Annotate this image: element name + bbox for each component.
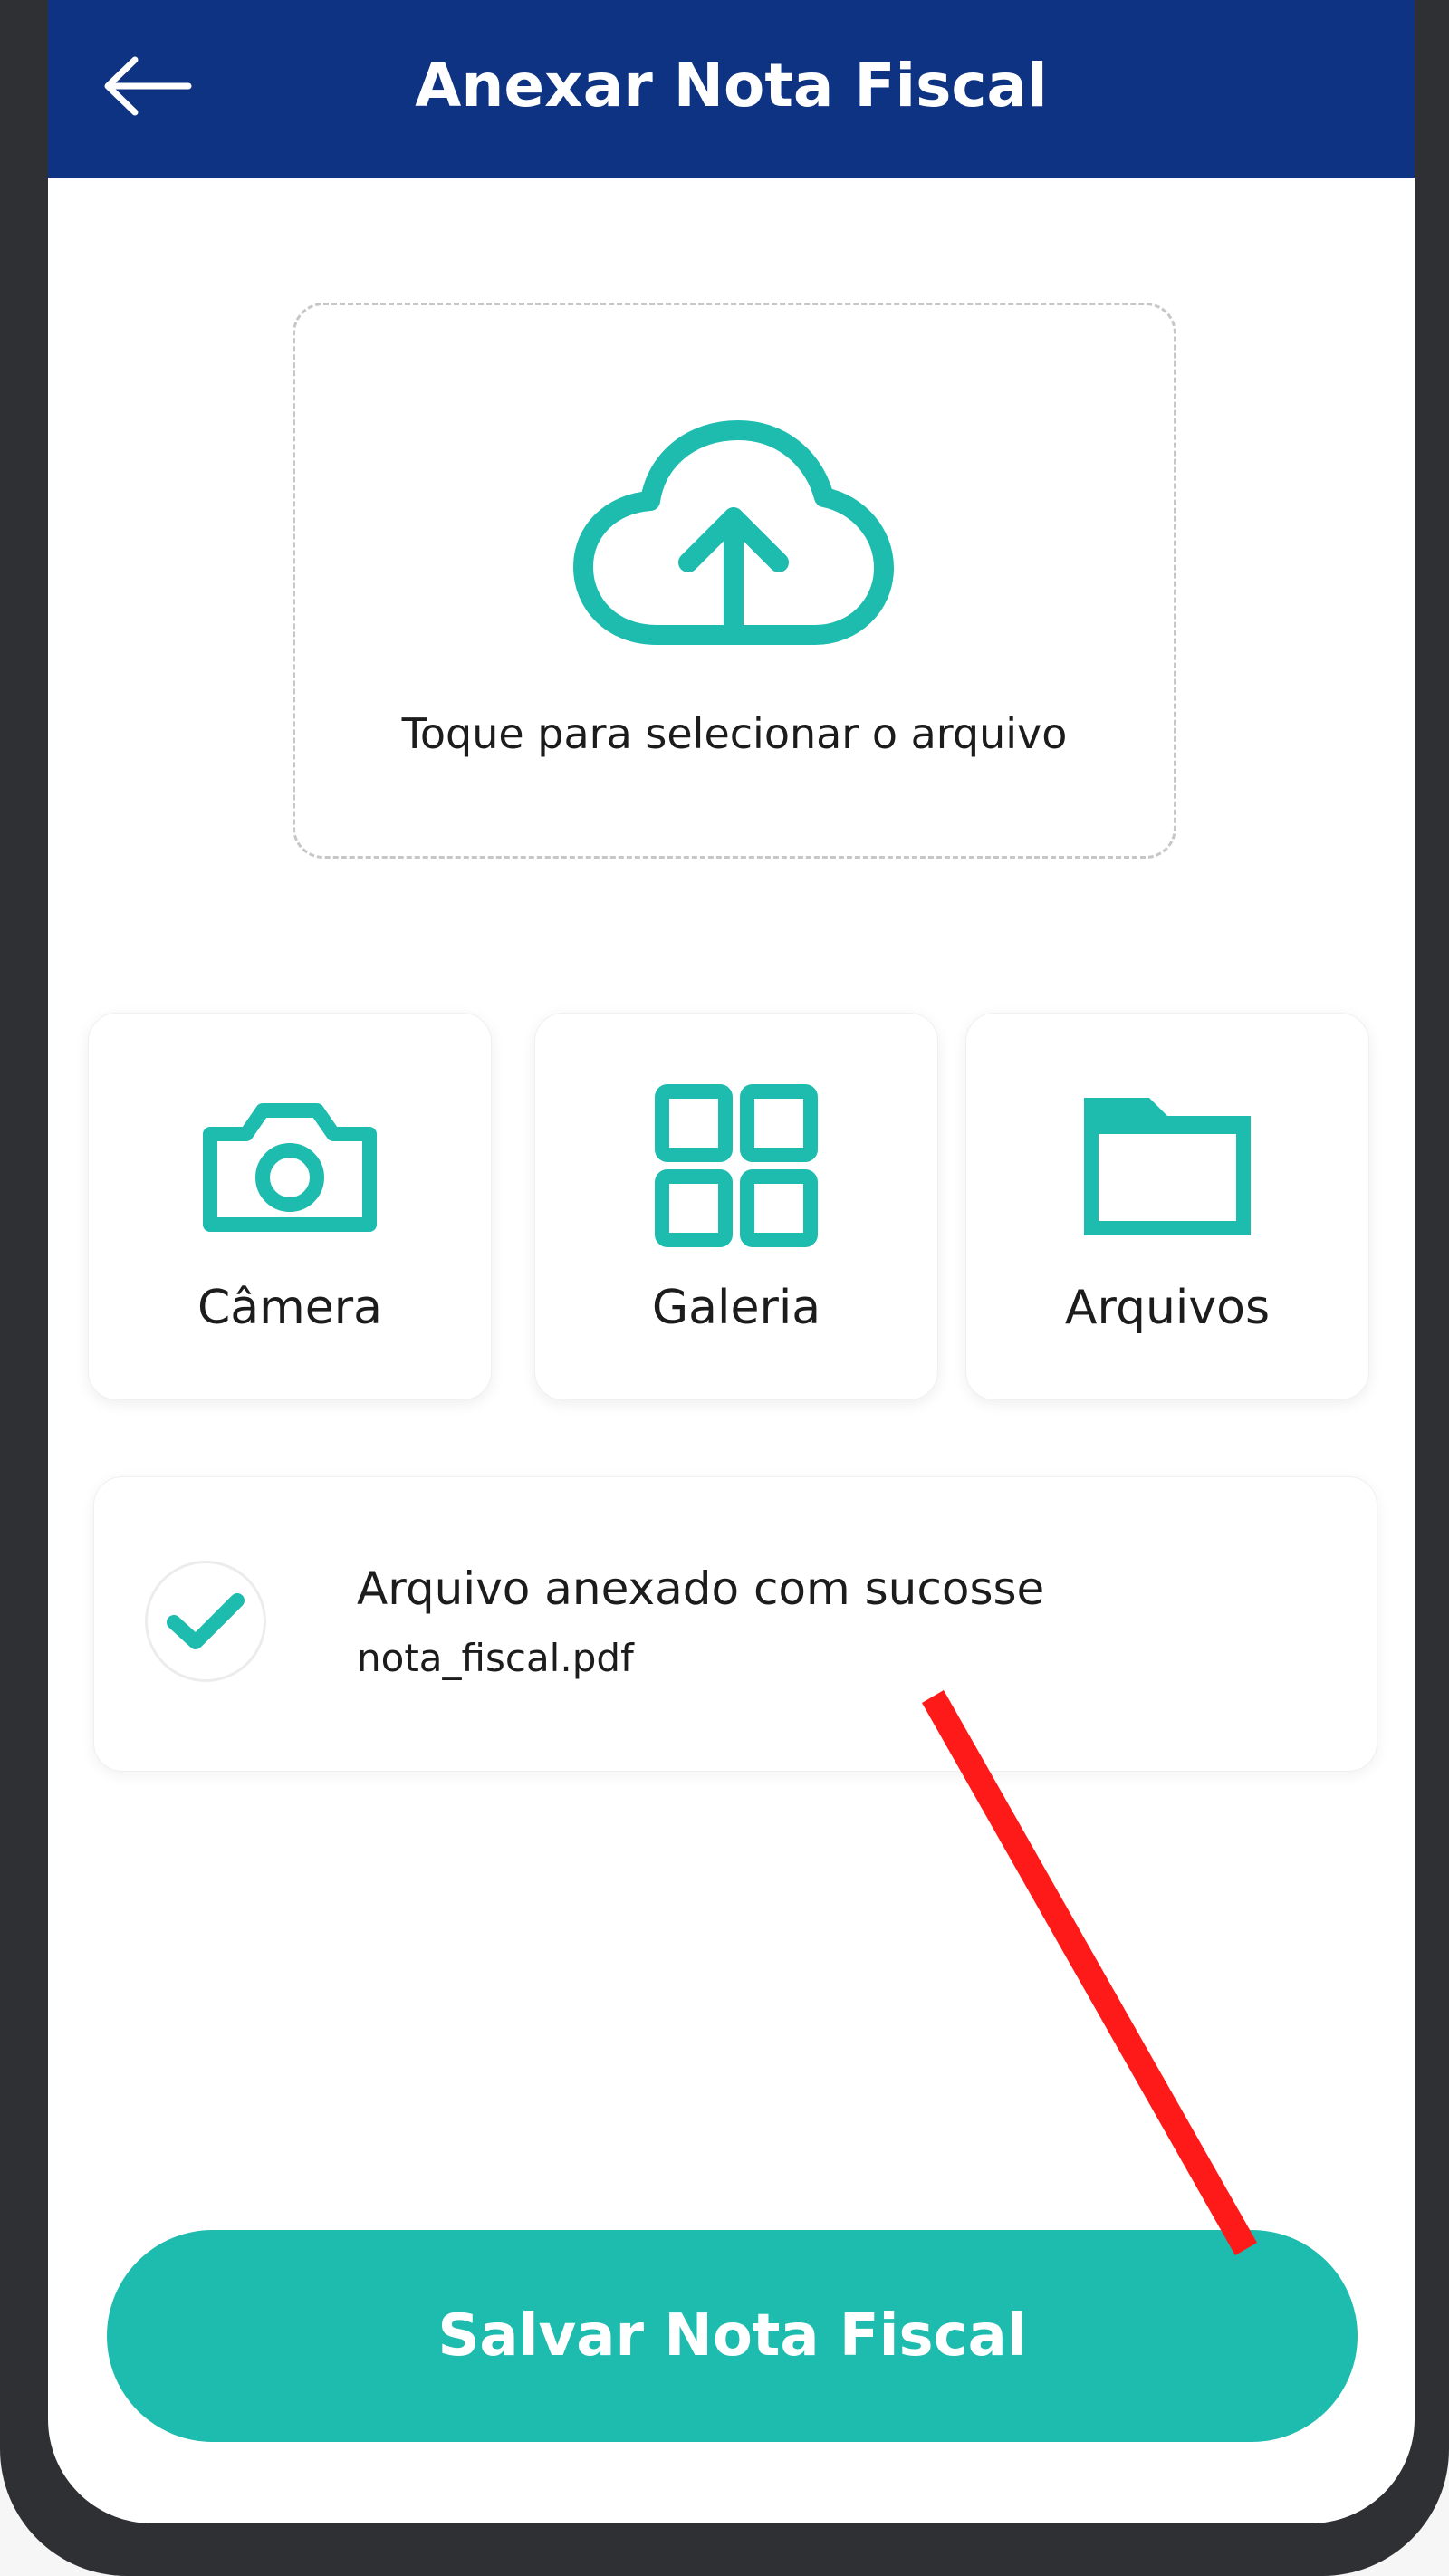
- camera-icon: [203, 1103, 377, 1232]
- app-screen: Anexar Nota Fiscal Toque para selecionar…: [48, 0, 1415, 2523]
- attached-filename: nota_fiscal.pdf: [357, 1636, 634, 1680]
- files-option[interactable]: Arquivos: [965, 1013, 1369, 1400]
- save-button[interactable]: Salvar Nota Fiscal: [107, 2230, 1358, 2442]
- grid-icon: [655, 1084, 818, 1247]
- arrow-left-icon: [104, 56, 192, 116]
- gallery-option[interactable]: Galeria: [534, 1013, 938, 1400]
- camera-label: Câmera: [197, 1281, 383, 1335]
- camera-option[interactable]: Câmera: [88, 1013, 492, 1400]
- file-drop-zone[interactable]: Toque para selecionar o arquivo: [293, 303, 1176, 859]
- drop-zone-label: Toque para selecionar o arquivo: [401, 709, 1068, 758]
- back-button[interactable]: [93, 36, 202, 136]
- status-message: Arquivo anexado com sucosse: [357, 1562, 1045, 1615]
- page-title: Anexar Nota Fiscal: [415, 51, 1048, 120]
- files-label: Arquivos: [1064, 1281, 1271, 1335]
- app-bar: Anexar Nota Fiscal: [48, 0, 1415, 178]
- success-indicator: [145, 1561, 266, 1682]
- gallery-label: Galeria: [651, 1281, 821, 1335]
- upload-status-card: Arquivo anexado com sucosse nota_fiscal.…: [93, 1476, 1377, 1772]
- cloud-upload-icon: [573, 420, 894, 645]
- folder-icon: [1084, 1098, 1251, 1235]
- phone-frame: Anexar Nota Fiscal Toque para selecionar…: [0, 0, 1449, 2576]
- check-icon: [167, 1593, 245, 1649]
